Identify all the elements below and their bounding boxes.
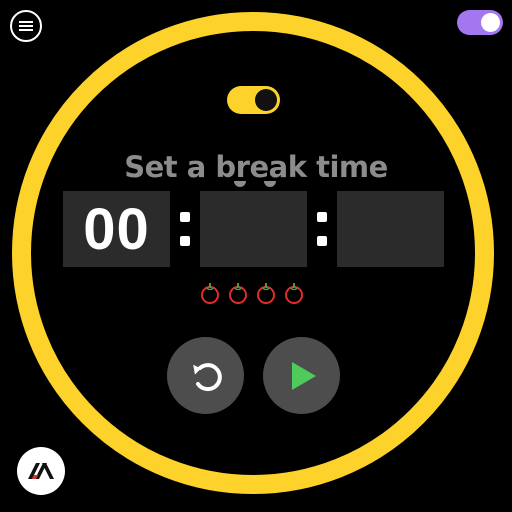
brand-logo[interactable] [17, 447, 65, 495]
hours-field[interactable]: 00 [63, 191, 170, 267]
play-icon [291, 361, 316, 390]
scroll-hint-dots [228, 181, 282, 191]
minutes-field[interactable] [200, 191, 307, 267]
pomodoro-counter [200, 282, 310, 306]
tomato-icon [257, 283, 275, 304]
hamburger-menu-icon [19, 21, 33, 31]
brand-logo-icon [28, 463, 54, 479]
reset-button[interactable] [167, 337, 244, 414]
break-mode-toggle[interactable] [227, 86, 280, 114]
timer-screen: Set a break time 00 [0, 0, 512, 512]
seconds-field[interactable] [337, 191, 444, 267]
theme-toggle[interactable] [457, 10, 503, 35]
tomato-icon [229, 283, 247, 304]
time-separator [316, 212, 328, 246]
time-separator [179, 212, 191, 246]
reset-icon [192, 362, 222, 391]
tomato-icon [285, 283, 303, 304]
play-button[interactable] [263, 337, 340, 414]
tomato-icon [201, 283, 219, 304]
page-title: Set a break time [124, 150, 388, 184]
theme-toggle-knob [481, 13, 500, 32]
menu-button[interactable] [10, 10, 42, 42]
break-mode-toggle-knob [255, 89, 277, 111]
